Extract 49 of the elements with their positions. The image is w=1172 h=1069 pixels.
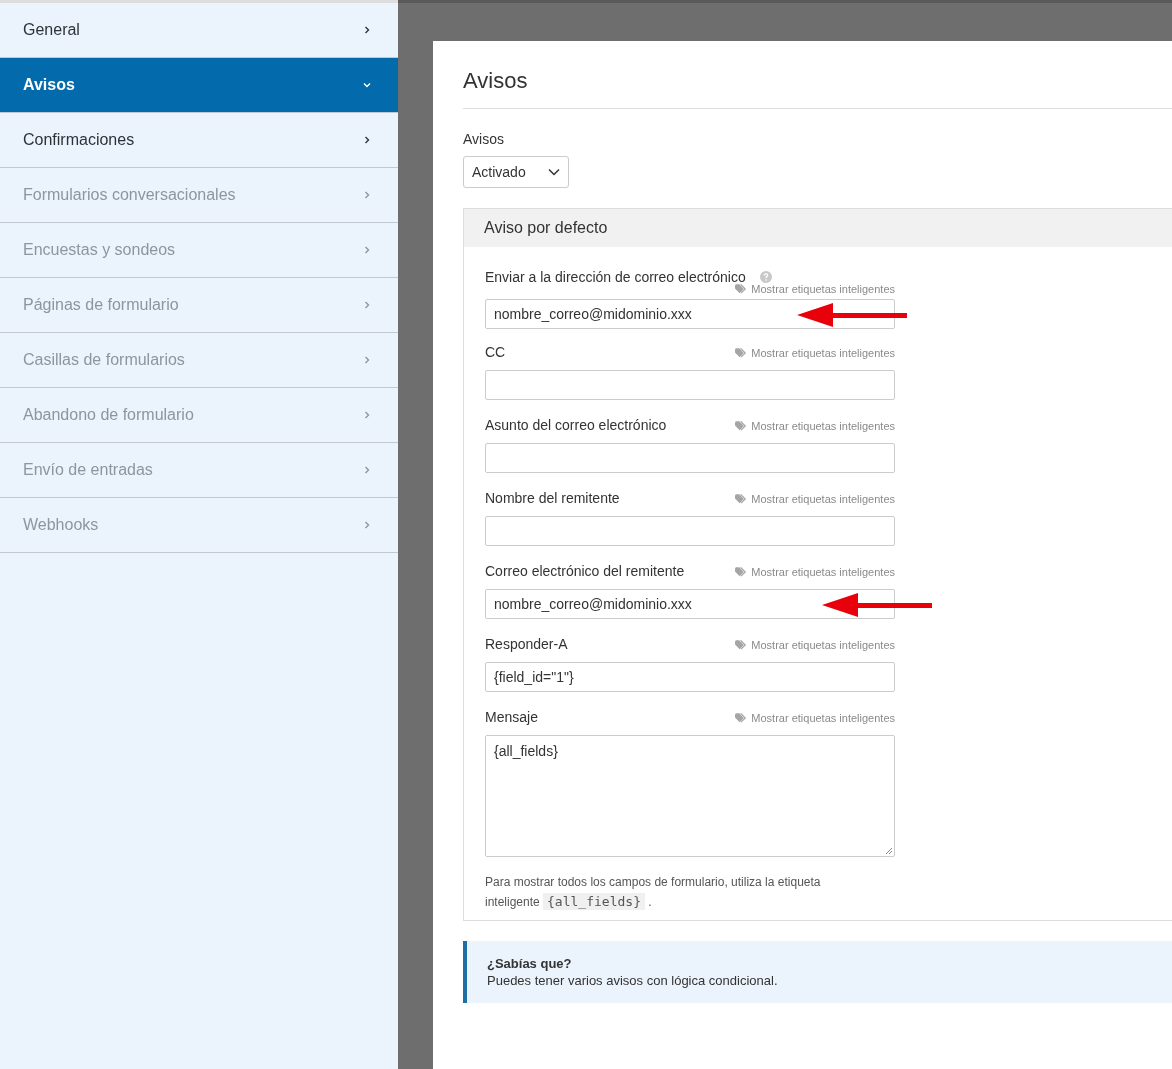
field-label: Responder-A bbox=[485, 635, 568, 652]
tag-icon bbox=[735, 566, 749, 577]
smart-tags-link[interactable]: Mostrar etiquetas inteligentes bbox=[735, 418, 895, 433]
resize-grip-icon bbox=[885, 847, 893, 855]
field-label: CC bbox=[485, 343, 506, 360]
help-icon[interactable] bbox=[759, 270, 772, 283]
chevron-right-icon bbox=[362, 410, 372, 420]
chevron-right-icon bbox=[362, 245, 372, 255]
tag-icon bbox=[735, 347, 749, 358]
smart-tags-link[interactable]: Mostrar etiquetas inteligentes bbox=[735, 564, 895, 579]
chevron-right-icon bbox=[362, 300, 372, 310]
chevron-right-icon bbox=[362, 135, 372, 145]
field-label: Correo electrónico del remitente bbox=[485, 562, 685, 579]
field-label: Avisos bbox=[463, 131, 505, 147]
smart-tags-link[interactable]: Mostrar etiquetas inteligentes bbox=[735, 637, 895, 652]
input-field[interactable]: {field_id="1"} bbox=[485, 662, 895, 692]
input-field[interactable] bbox=[485, 516, 895, 546]
field-label: Mensaje bbox=[485, 708, 538, 725]
input-field[interactable] bbox=[485, 443, 895, 473]
smart-tags-link[interactable]: Mostrar etiquetas inteligentes bbox=[735, 345, 895, 360]
input-field[interactable]: nombre_correo@midominio.xxx bbox=[485, 299, 895, 329]
panel-title: Avisos bbox=[463, 68, 529, 95]
tip-title: ¿Sabías que? bbox=[487, 956, 573, 971]
smart-tags-link[interactable]: Mostrar etiquetas inteligentes bbox=[735, 283, 895, 295]
sidebar-item[interactable]: Avisos bbox=[0, 58, 398, 113]
help-text: Para mostrar todos los campos de formulario, utiliza la etiqueta inteligente {all_fields} . bbox=[485, 874, 822, 912]
field-label: Enviar a la dirección de correo electrónico bbox=[485, 268, 746, 285]
tag-icon bbox=[735, 493, 749, 504]
chevron-right-icon bbox=[362, 520, 372, 530]
message-textarea[interactable]: {all_fields} bbox=[485, 735, 895, 857]
chevron-right-icon bbox=[362, 355, 372, 365]
tag-icon bbox=[735, 420, 749, 431]
input-field[interactable] bbox=[485, 370, 895, 400]
chevron-down-icon bbox=[362, 80, 372, 90]
field-label: Asunto del correo electrónico bbox=[485, 416, 667, 433]
tag-icon bbox=[735, 639, 749, 650]
smart-tags-link[interactable]: Mostrar etiquetas inteligentes bbox=[735, 710, 895, 725]
chevron-right-icon bbox=[362, 190, 372, 200]
tag-icon bbox=[735, 284, 749, 294]
chevron-down-icon bbox=[547, 168, 560, 176]
section-title: Aviso por defecto bbox=[484, 219, 608, 237]
notifications-dropdown[interactable]: Activado bbox=[463, 156, 569, 188]
tip-text: Puedes tener varios avisos con lógica condicional. bbox=[487, 973, 779, 988]
tag-icon bbox=[735, 712, 749, 723]
field-label: Nombre del remitente bbox=[485, 489, 620, 506]
chevron-right-icon bbox=[362, 465, 372, 475]
chevron-right-icon bbox=[362, 25, 372, 35]
input-field[interactable]: nombre_correo@midominio.xxx bbox=[485, 589, 895, 619]
smart-tags-link[interactable]: Mostrar etiquetas inteligentes bbox=[735, 491, 895, 506]
